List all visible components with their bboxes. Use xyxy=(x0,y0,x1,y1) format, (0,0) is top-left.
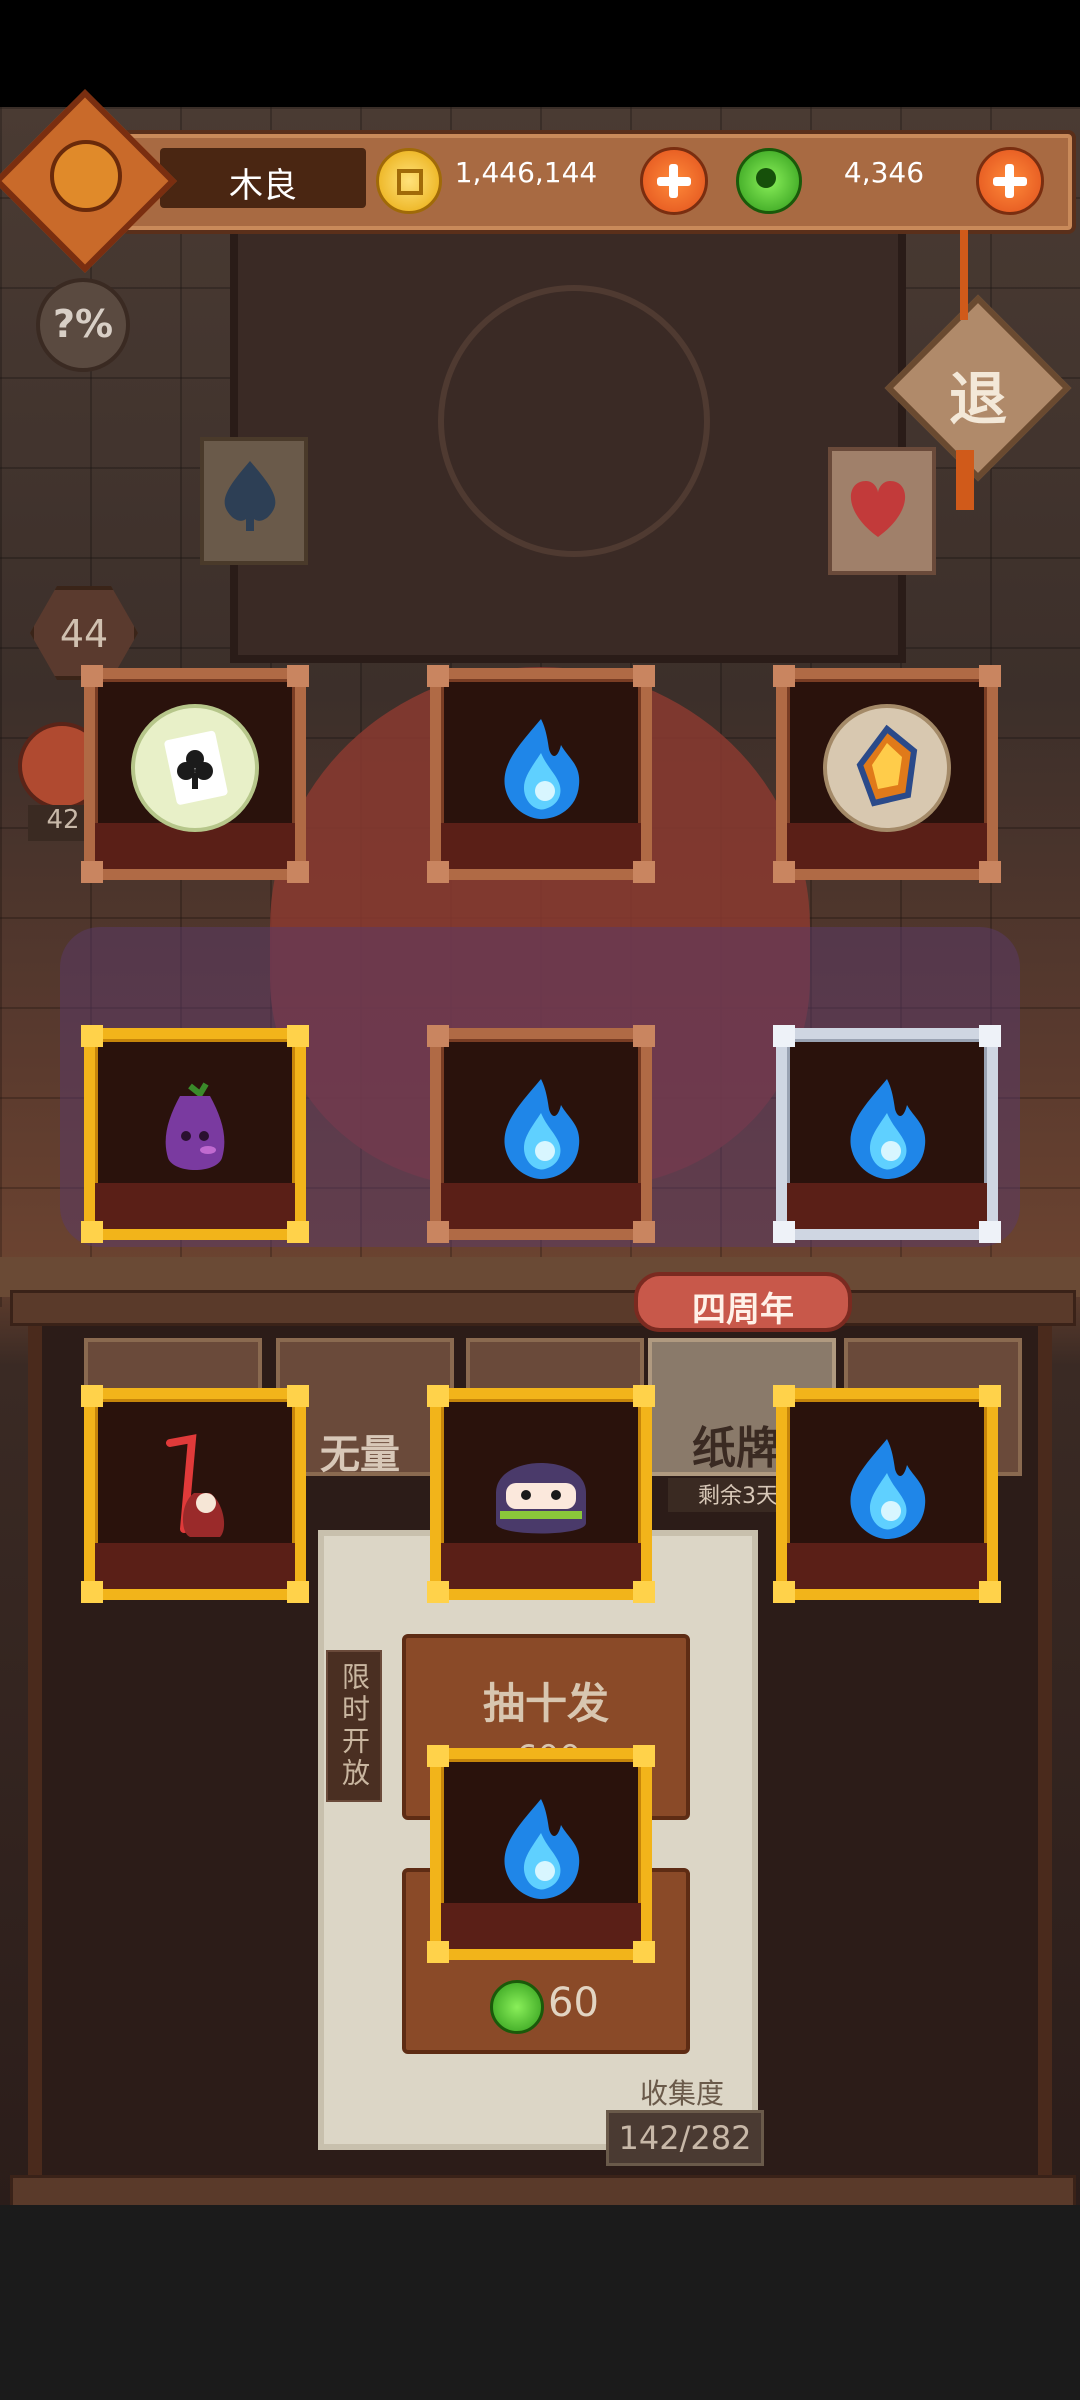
blue-flame-icon xyxy=(837,1433,937,1547)
gold-coin-icon xyxy=(376,148,442,214)
reward-card xyxy=(773,665,1001,883)
exit-tassel-string xyxy=(960,230,968,320)
limited-time-tag: 限时开放 xyxy=(326,1650,382,1802)
probability-label: ?% xyxy=(52,302,114,346)
reward-card xyxy=(427,1025,655,1243)
reward-card xyxy=(81,1025,309,1243)
anniversary-banner: 四周年 xyxy=(634,1272,852,1332)
shrine-panel xyxy=(230,217,906,663)
exit-label: 退 xyxy=(948,365,1007,433)
add-jade-button[interactable] xyxy=(976,147,1044,215)
reward-card xyxy=(81,665,309,883)
collection-label: 收集度 xyxy=(639,2077,724,2110)
reward-card xyxy=(81,1385,309,1603)
exit-tassel xyxy=(956,450,974,510)
spade-emblem-ring xyxy=(438,285,710,557)
reward-card xyxy=(773,1025,1001,1243)
level-number: 44 xyxy=(59,612,109,656)
blue-flame-icon xyxy=(491,1793,591,1907)
reward-card xyxy=(427,1385,655,1603)
red-hook-figure-icon xyxy=(150,1433,240,1547)
collection-progress: 142/282 xyxy=(606,2110,764,2166)
jade-coin-icon xyxy=(736,148,802,214)
probability-button[interactable]: ?% xyxy=(36,278,130,372)
amber-gem-orb-icon xyxy=(822,703,952,837)
purple-ninja-icon xyxy=(486,1433,596,1547)
tab-seal-label: 无量 xyxy=(320,1432,400,1478)
heart-plaque-icon xyxy=(828,447,936,575)
reward-card xyxy=(427,665,655,883)
draw-ten-label: 抽十发 xyxy=(482,1679,609,1728)
blue-flame-icon xyxy=(837,1073,937,1187)
purple-eggplant-icon xyxy=(150,1078,240,1182)
anniversary-banner-label: 四周年 xyxy=(692,1290,794,1330)
tab-cards-label: 纸牌 xyxy=(692,1423,780,1474)
jade-coin-icon xyxy=(490,1980,544,2034)
resource-bar: 木良 1,446,144 4,346 xyxy=(120,130,1076,234)
name-plate: 木良 xyxy=(160,148,366,208)
gold-amount: 1,446,144 xyxy=(454,156,598,189)
status-bar-area xyxy=(0,0,1080,107)
bottom-bar-area xyxy=(0,2205,1080,2400)
draw-one-cost: 60 xyxy=(548,1980,599,2026)
jade-amount: 4,346 xyxy=(843,156,925,189)
reward-card xyxy=(773,1385,1001,1603)
avatar-face-icon xyxy=(50,140,122,212)
clover-card-orb-icon xyxy=(130,703,260,837)
lower-panel-top-rail xyxy=(10,1290,1076,1326)
reward-card xyxy=(427,1745,655,1963)
blue-flame-icon xyxy=(491,1073,591,1187)
player-name: 木良 xyxy=(229,166,297,206)
add-gold-button[interactable] xyxy=(640,147,708,215)
blue-flame-icon xyxy=(491,713,591,827)
spade-plaque-icon xyxy=(200,437,308,565)
